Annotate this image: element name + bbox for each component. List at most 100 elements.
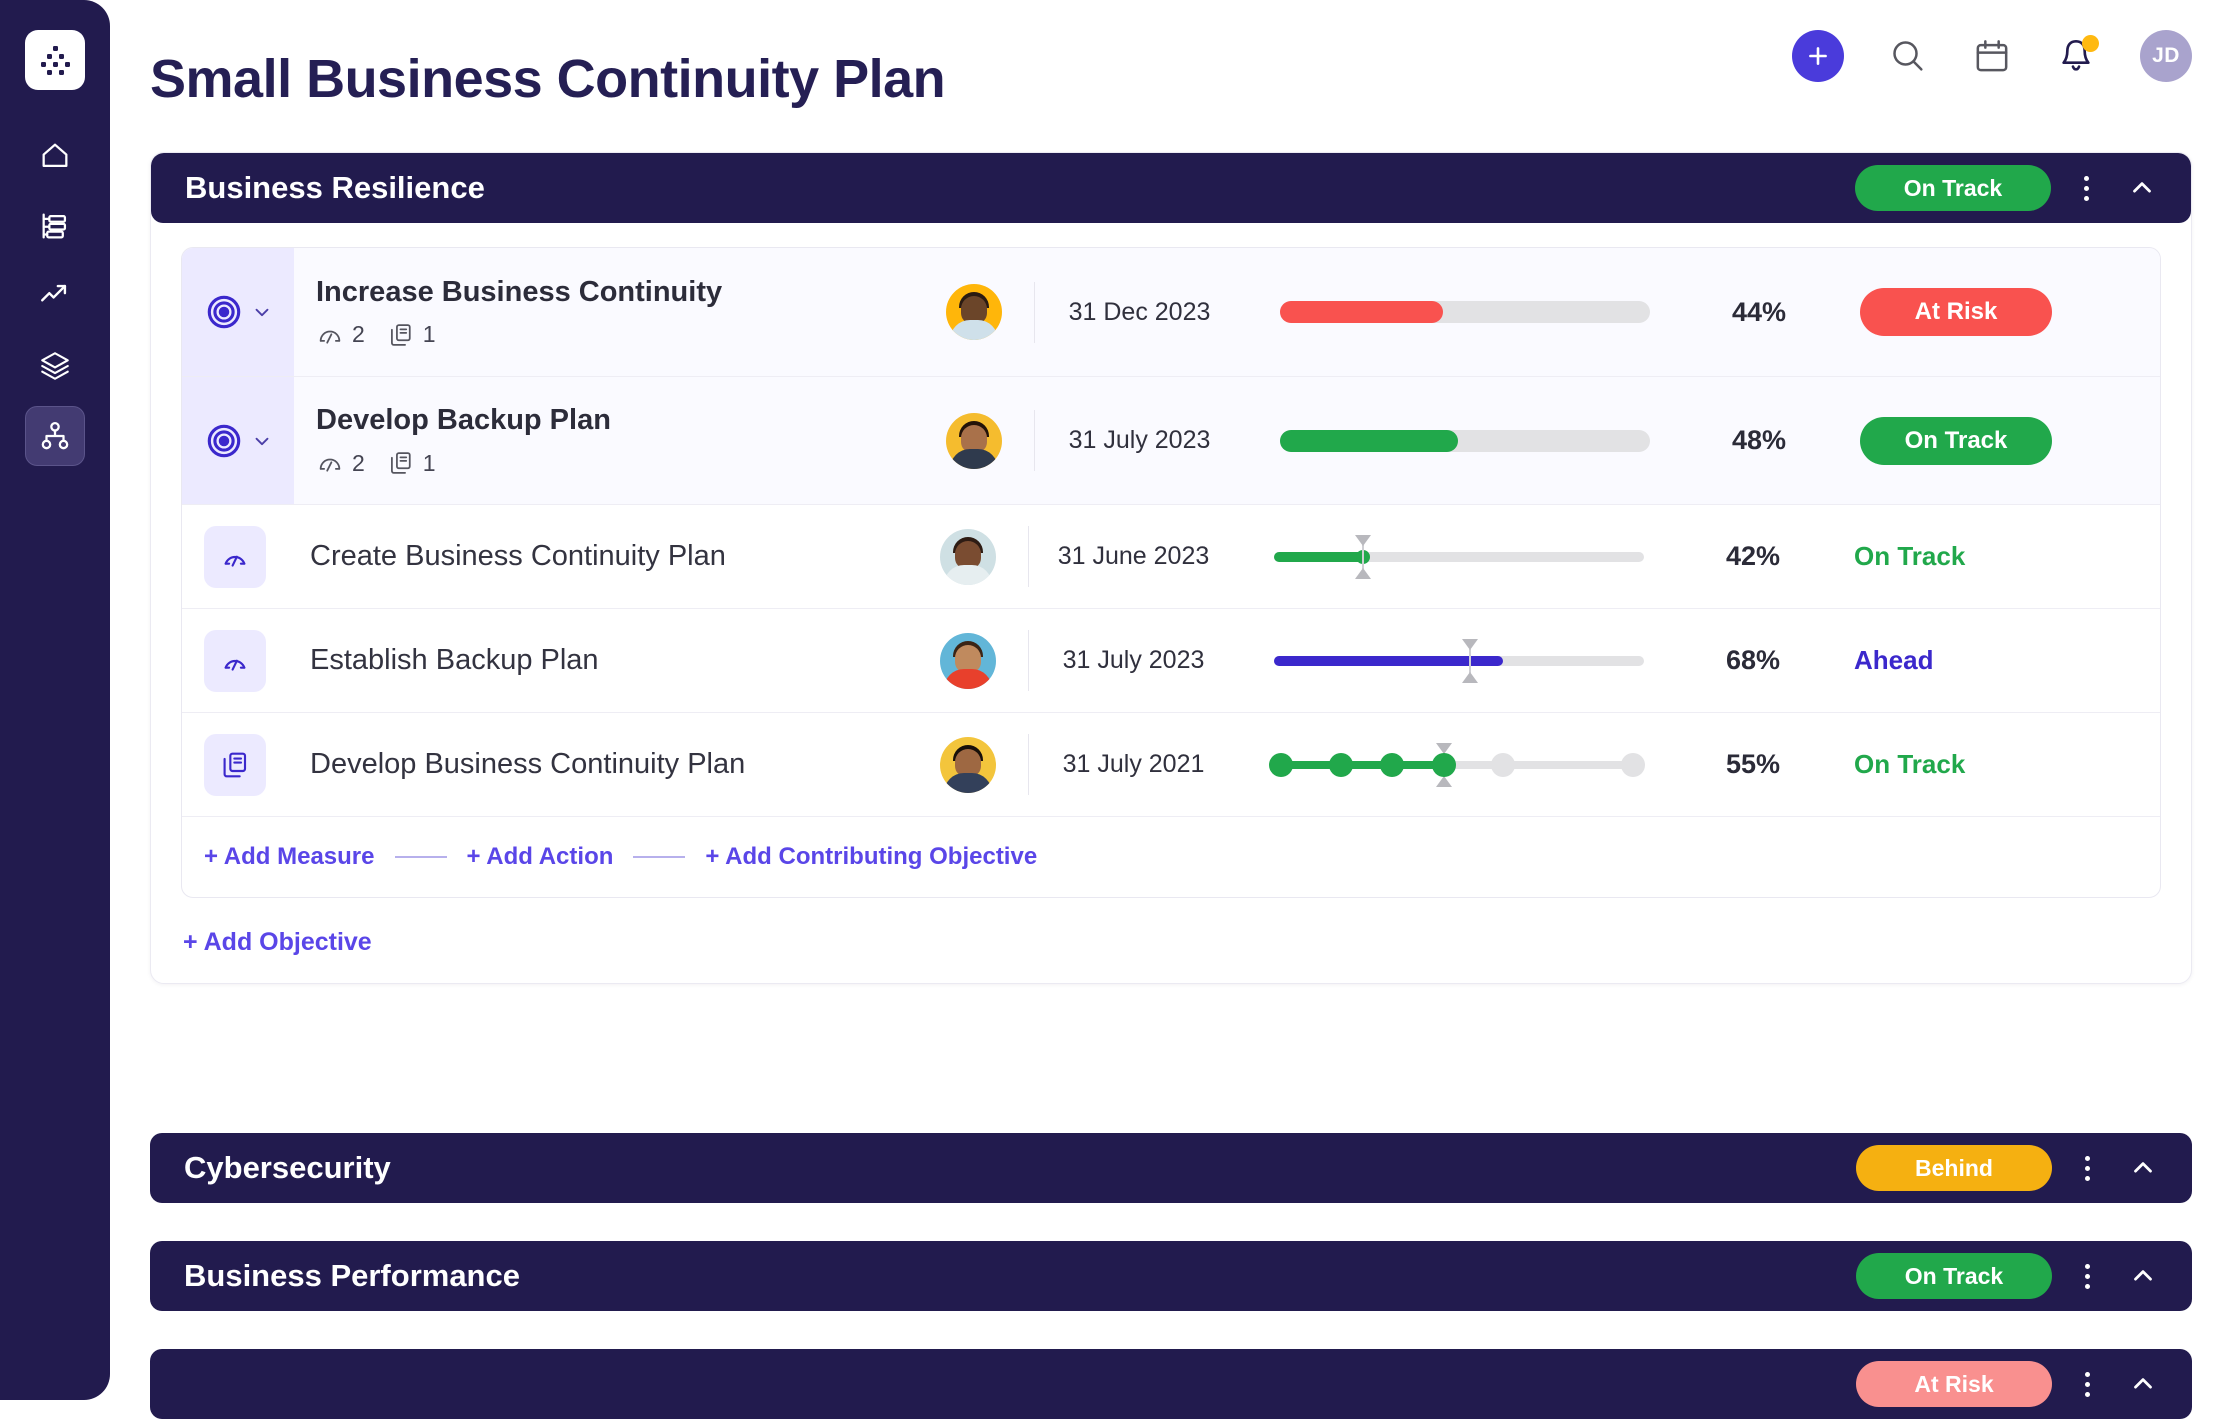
trending-up-icon — [41, 284, 67, 302]
plus-icon — [1809, 47, 1827, 65]
section-collapse-button[interactable] — [2120, 1361, 2166, 1407]
calendar-icon — [1976, 40, 2008, 72]
section-business-resilience: Business Resilience On Track Increase Bu… — [150, 152, 2192, 984]
objective-name: Develop Backup Plan — [316, 404, 611, 436]
section-menu-button[interactable] — [2063, 165, 2109, 211]
sidebar — [0, 0, 110, 1400]
owner-cell[interactable] — [908, 736, 1028, 793]
progress-bar-cell — [1244, 301, 1664, 323]
milestone-dot[interactable] — [1620, 752, 1645, 777]
gauge-icon — [224, 659, 246, 671]
avatar — [946, 412, 1002, 469]
objective-info: Develop Backup Plan 2 1 — [294, 404, 914, 477]
add-measure-link[interactable]: + Add Measure — [204, 843, 375, 871]
gantt-chart-icon — [42, 213, 67, 239]
main-content: Small Business Continuity Plan JD Busine… — [110, 0, 2230, 1419]
chevron-down-icon[interactable] — [251, 301, 273, 323]
status-badge[interactable]: At Risk — [1860, 288, 2052, 336]
owner-cell[interactable] — [908, 528, 1028, 585]
measure-row[interactable]: Establish Backup Plan 31 July 2023 68% A… — [182, 608, 2160, 712]
user-avatar[interactable]: JD — [2140, 30, 2192, 82]
slider-track[interactable] — [1274, 534, 1644, 579]
owner-cell[interactable] — [914, 284, 1034, 340]
section-menu-button[interactable] — [2064, 1361, 2110, 1407]
gauge-icon — [224, 555, 246, 567]
section-cybersecurity: Cybersecurity Behind — [150, 1133, 2192, 1203]
add-action-link[interactable]: + Add Action — [467, 843, 614, 871]
section-header[interactable]: Business Resilience On Track — [151, 153, 2191, 223]
objective-row[interactable]: Develop Backup Plan 2 1 31 July 2023 48%… — [182, 376, 2160, 504]
calendar-button[interactable] — [1972, 36, 2012, 76]
section-collapse-button[interactable] — [2119, 165, 2165, 211]
add-button[interactable] — [1792, 30, 1844, 82]
milestone-dot[interactable] — [1380, 752, 1405, 777]
measure-icon-tile — [204, 525, 266, 588]
search-button[interactable] — [1888, 36, 1928, 76]
measure-info: Create Business Continuity Plan — [288, 540, 908, 573]
divider — [394, 856, 447, 858]
section-collapse-button[interactable] — [2120, 1253, 2166, 1299]
milestone-dot[interactable] — [1432, 752, 1457, 777]
section-title: Business Resilience — [185, 170, 485, 205]
target-icon — [207, 295, 241, 329]
sidebar-item-strategy-map[interactable] — [25, 406, 85, 466]
status-badge[interactable]: On Track — [1860, 416, 2052, 465]
add-contributing-objective-link[interactable]: + Add Contributing Objective — [705, 843, 1037, 871]
action-row[interactable]: Develop Business Continuity Plan 31 July… — [182, 712, 2160, 816]
milestone-dot[interactable] — [1269, 752, 1294, 777]
milestone-dot[interactable] — [1328, 752, 1353, 777]
page-header: Small Business Continuity Plan JD — [110, 0, 2230, 145]
action-count: 1 — [422, 321, 436, 347]
due-date: 31 July 2023 — [1028, 630, 1238, 691]
section-menu-button[interactable] — [2064, 1253, 2110, 1299]
action-count-chip: 1 — [387, 321, 436, 349]
sidebar-item-layers[interactable] — [25, 336, 85, 396]
notifications-button[interactable] — [2056, 35, 2099, 76]
progress-bar-cell — [1244, 429, 1664, 452]
slider-track[interactable] — [1274, 638, 1644, 683]
objective-icon-tile[interactable] — [182, 248, 294, 376]
section-header[interactable]: Cybersecurity Behind — [150, 1133, 2192, 1203]
action-icon-tile — [204, 733, 266, 796]
measure-icon-tile — [204, 629, 266, 692]
owner-cell[interactable] — [908, 632, 1028, 689]
section-status-badge[interactable]: Behind — [1856, 1145, 2052, 1191]
section-header[interactable]: At Risk — [150, 1349, 2192, 1419]
section-business-performance: Business Performance On Track — [150, 1241, 2192, 1311]
due-date: 31 June 2023 — [1028, 526, 1238, 587]
sidebar-item-performance[interactable] — [25, 266, 85, 326]
progress-percent: 68% — [1725, 645, 1780, 675]
section-header[interactable]: Business Performance On Track — [150, 1241, 2192, 1311]
section-title: Cybersecurity — [184, 1150, 391, 1185]
owner-cell[interactable] — [914, 412, 1034, 469]
add-objective-link[interactable]: + Add Objective — [151, 898, 2191, 957]
section-menu-button[interactable] — [2064, 1145, 2110, 1191]
objective-row[interactable]: Increase Business Continuity 2 1 31 Dec … — [182, 248, 2160, 376]
sidebar-item-plans[interactable] — [25, 196, 85, 256]
section-status-badge[interactable]: On Track — [1855, 165, 2051, 211]
status-label: On Track — [1854, 749, 1966, 779]
chevron-down-icon[interactable] — [251, 430, 273, 452]
action-name: Develop Business Continuity Plan — [310, 748, 746, 780]
due-date: 31 Dec 2023 — [1034, 281, 1244, 343]
milestone-dot[interactable] — [1491, 752, 1516, 777]
status-cell: At Risk — [1804, 288, 2160, 336]
slider-fill — [1274, 551, 1363, 562]
app-logo[interactable] — [25, 30, 85, 90]
section-status-badge[interactable]: At Risk — [1856, 1361, 2052, 1407]
objective-meta: 2 1 — [316, 321, 914, 349]
objective-meta: 2 1 — [316, 449, 914, 477]
progress-track — [1280, 429, 1650, 452]
milestone-track[interactable] — [1269, 742, 1645, 787]
documents-icon — [223, 752, 247, 777]
section-status-badge[interactable]: On Track — [1856, 1253, 2052, 1299]
status-label: Ahead — [1854, 645, 1934, 675]
objective-group: Increase Business Continuity 2 1 31 Dec … — [181, 247, 2161, 898]
section-collapse-button[interactable] — [2120, 1145, 2166, 1191]
status-cell: On Track — [1798, 541, 2160, 572]
objective-icon-tile[interactable] — [182, 377, 294, 504]
section-partial: At Risk — [150, 1349, 2192, 1419]
sidebar-item-home[interactable] — [25, 126, 85, 186]
milestone-fill — [1274, 760, 1445, 769]
measure-row[interactable]: Create Business Continuity Plan 31 June … — [182, 504, 2160, 608]
